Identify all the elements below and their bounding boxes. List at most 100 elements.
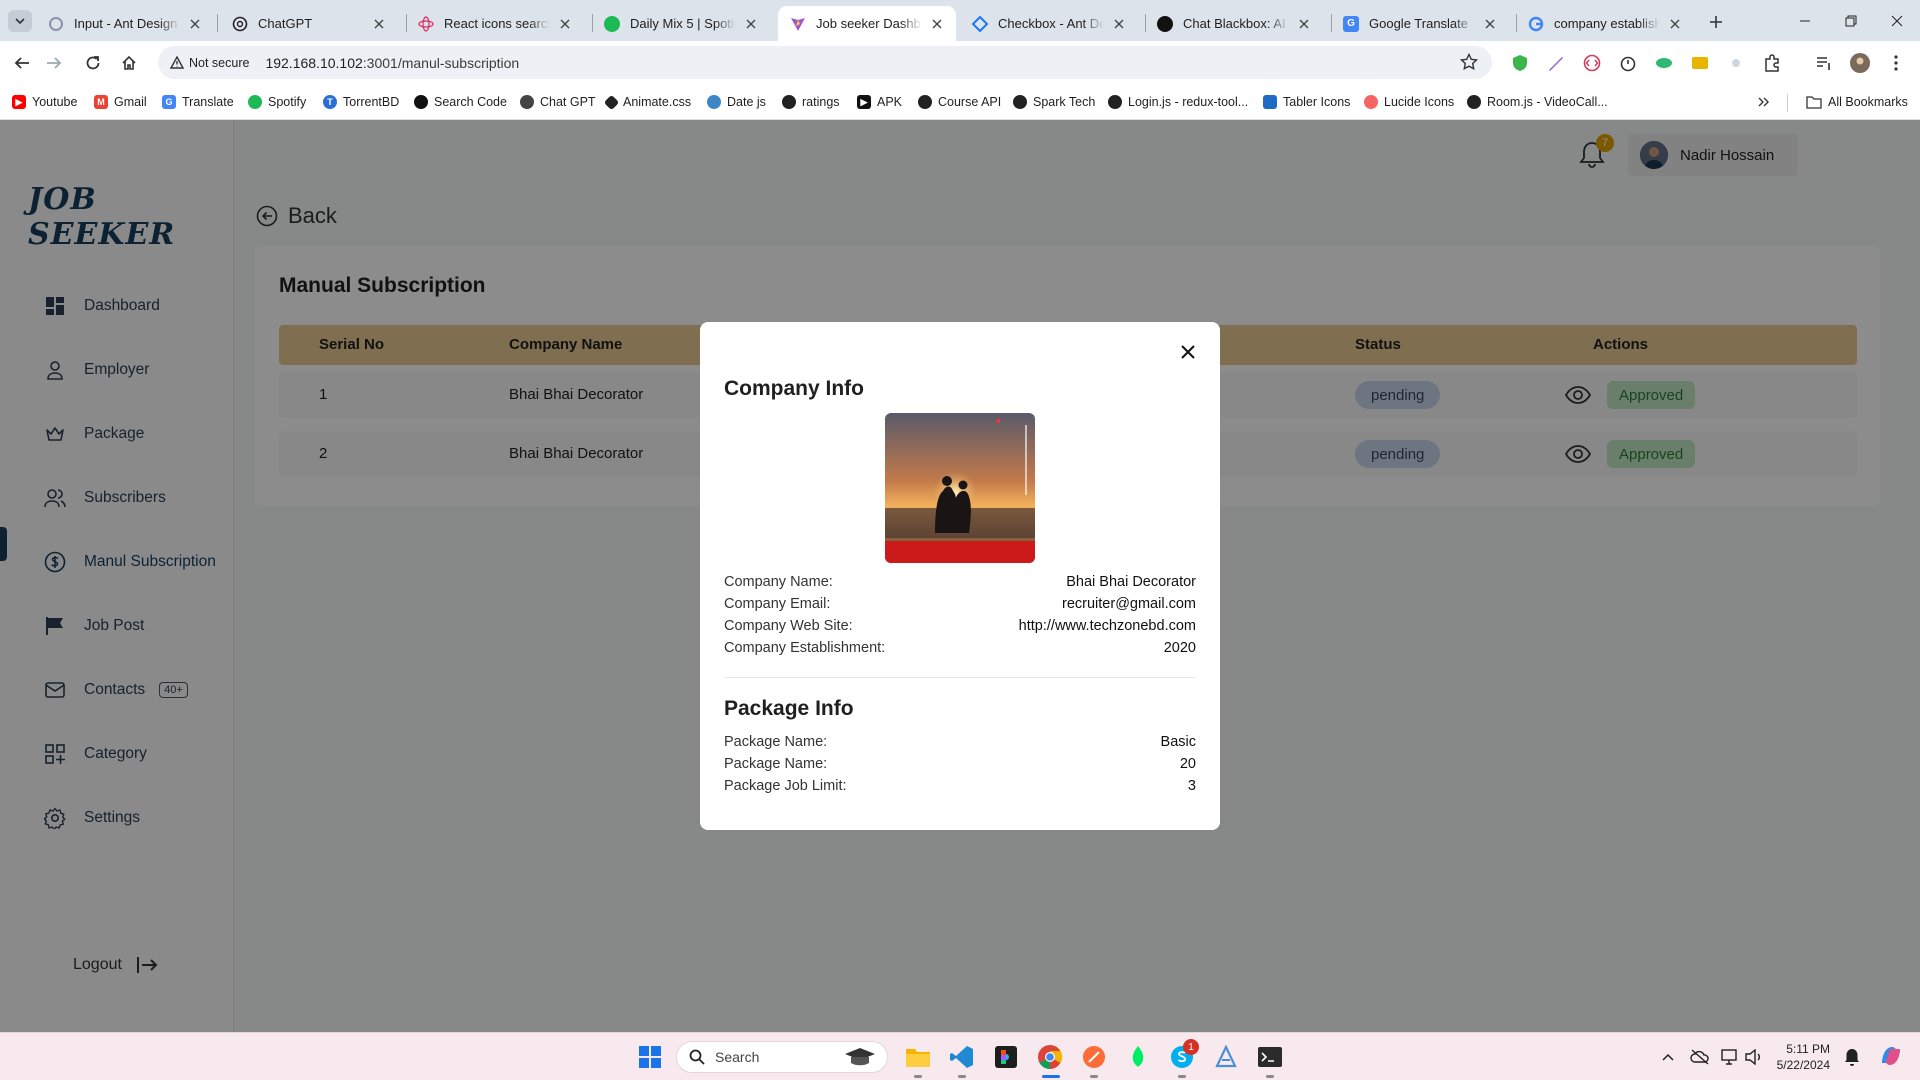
bookmark-chat-gpt[interactable]: Chat GPT: [520, 92, 596, 112]
network-icon[interactable]: [1721, 1047, 1741, 1067]
browser-tab[interactable]: company establishme: [1516, 6, 1694, 41]
onedrive-offline-icon[interactable]: [1690, 1047, 1710, 1067]
terminal-icon[interactable]: [1254, 1041, 1286, 1073]
bookmark-tabler-icons[interactable]: Tabler Icons: [1263, 92, 1350, 112]
close-tab-icon[interactable]: [556, 15, 574, 33]
bookmark-animate-css[interactable]: Animate.css: [603, 92, 691, 112]
file-explorer-icon[interactable]: [902, 1041, 934, 1073]
lucide-icon: [1364, 95, 1378, 109]
close-tab-icon[interactable]: [742, 15, 760, 33]
home-button[interactable]: [115, 49, 143, 77]
browser-tab[interactable]: React icons search re: [406, 6, 584, 41]
bookmark-gmail[interactable]: M Gmail: [94, 92, 147, 112]
profile-avatar-icon[interactable]: [1850, 53, 1870, 73]
extension-timer-icon[interactable]: [1618, 53, 1638, 73]
media-controls-icon[interactable]: [1814, 53, 1834, 73]
browser-tab[interactable]: G Google Translate: [1331, 6, 1509, 41]
tab-favicon-icon: [48, 16, 64, 32]
extension-code-icon[interactable]: [1582, 53, 1602, 73]
tab-title: company establishme: [1554, 16, 1660, 31]
reload-button[interactable]: [79, 49, 107, 77]
bookmark-date-js[interactable]: Date js: [707, 92, 766, 112]
figma-icon[interactable]: [990, 1041, 1022, 1073]
field-value: 3: [1187, 778, 1196, 794]
package-price-row: Package Name: 20: [724, 756, 1196, 772]
taskbar-search-input[interactable]: Search: [676, 1041, 888, 1073]
extension-shield-icon[interactable]: [1510, 53, 1530, 73]
clock-icon: [707, 95, 721, 109]
bookmark-search-code[interactable]: Search Code: [414, 92, 507, 112]
bookmark-torrentbd[interactable]: T TorrentBD: [323, 92, 399, 112]
bookmark-spark-tech[interactable]: Spark Tech: [1013, 92, 1095, 112]
warning-triangle-icon: [170, 55, 184, 69]
close-tab-icon[interactable]: [1110, 15, 1128, 33]
browser-tab[interactable]: Daily Mix 5 | Spotify P: [592, 6, 770, 41]
all-bookmarks-button[interactable]: All Bookmarks: [1806, 92, 1908, 112]
notification-center-bell-icon[interactable]: [1842, 1047, 1862, 1067]
chrome-icon[interactable]: [1034, 1041, 1066, 1073]
copilot-icon[interactable]: [1878, 1043, 1904, 1069]
tab-title: Job seeker Dashboard: [816, 16, 922, 31]
bookmarks-overflow-button[interactable]: [1758, 92, 1770, 112]
close-tab-icon[interactable]: [1666, 15, 1684, 33]
security-label: Not secure: [189, 55, 250, 70]
back-nav-button[interactable]: [8, 49, 36, 77]
vite-favicon-icon: [790, 16, 806, 32]
browser-tab[interactable]: Input - Ant Design: [36, 6, 214, 41]
field-value: Bhai Bhai Decorator: [1066, 574, 1196, 590]
restore-icon: [1845, 15, 1857, 26]
close-tab-icon[interactable]: [1295, 15, 1313, 33]
search-placeholder: Search: [715, 1049, 760, 1065]
chatgpt-favicon-icon: [232, 16, 248, 32]
company-establishment-row: Company Establishment: 2020: [724, 640, 1196, 656]
blackbox-favicon-icon: [1157, 15, 1173, 32]
skype-notification-badge: 1: [1183, 1039, 1199, 1055]
new-tab-button[interactable]: [1704, 10, 1728, 34]
close-window-button[interactable]: [1874, 0, 1920, 41]
graduation-cap-icon: [845, 1048, 875, 1066]
browser-menu-icon[interactable]: [1886, 53, 1906, 73]
browser-tab[interactable]: ChatGPT: [220, 6, 398, 41]
extension-pen-icon[interactable]: [1546, 53, 1566, 73]
bookmark-youtube[interactable]: ▶ Youtube: [12, 92, 77, 112]
mongodb-icon[interactable]: [1122, 1041, 1154, 1073]
bookmark-ratings[interactable]: ratings: [782, 92, 840, 112]
close-tab-icon[interactable]: [370, 15, 388, 33]
translate-icon: G: [162, 95, 176, 109]
browser-tab-active[interactable]: Job seeker Dashboard: [778, 6, 956, 41]
vscode-icon[interactable]: [946, 1041, 978, 1073]
url-text: 192.168.10.102:3001/manul-subscription: [265, 54, 520, 71]
azure-data-studio-icon[interactable]: [1210, 1041, 1242, 1073]
site-security-chip[interactable]: Not secure: [162, 50, 257, 75]
address-bar[interactable]: Not secure 192.168.10.102:3001/manul-sub…: [158, 46, 1492, 79]
extension-yellow-icon[interactable]: [1690, 53, 1710, 73]
modal-close-button[interactable]: [1176, 340, 1200, 364]
windows-start-icon[interactable]: [634, 1041, 666, 1073]
restore-window-button[interactable]: [1828, 0, 1874, 41]
close-tab-icon[interactable]: [928, 15, 946, 33]
close-tab-icon[interactable]: [186, 15, 204, 33]
extension-green-icon[interactable]: [1654, 53, 1674, 73]
bookmark-apk[interactable]: ▶ APK: [857, 92, 902, 112]
bookmark-spotify[interactable]: Spotify: [248, 92, 306, 112]
package-job-limit-row: Package Job Limit: 3: [724, 778, 1196, 794]
tray-chevron-up-icon[interactable]: [1658, 1047, 1678, 1067]
bookmark-translate[interactable]: G Translate: [162, 92, 234, 112]
bookmark-login-js[interactable]: Login.js - redux-tool...: [1108, 92, 1248, 112]
tab-search-button[interactable]: [8, 10, 32, 32]
volume-icon[interactable]: [1745, 1047, 1765, 1067]
taskbar-clock[interactable]: 5:11 PM 5/22/2024: [1776, 1041, 1830, 1073]
forward-nav-button[interactable]: [40, 49, 68, 77]
close-tab-icon[interactable]: [1481, 15, 1499, 33]
extension-sparkle-icon[interactable]: [1726, 53, 1746, 73]
minimize-window-button[interactable]: [1782, 0, 1828, 41]
bookmark-course-api[interactable]: Course API: [918, 92, 1001, 112]
bookmark-room-js[interactable]: Room.js - VideoCall...: [1467, 92, 1608, 112]
field-label: Package Job Limit:: [724, 778, 847, 794]
bookmark-star-button[interactable]: [1460, 53, 1478, 71]
bookmark-lucide-icons[interactable]: Lucide Icons: [1364, 92, 1454, 112]
postman-icon[interactable]: [1078, 1041, 1110, 1073]
browser-tab[interactable]: Checkbox - Ant Desig: [960, 6, 1138, 41]
extensions-puzzle-icon[interactable]: [1762, 53, 1782, 73]
browser-tab[interactable]: Chat Blackbox: AI Co: [1145, 6, 1323, 41]
